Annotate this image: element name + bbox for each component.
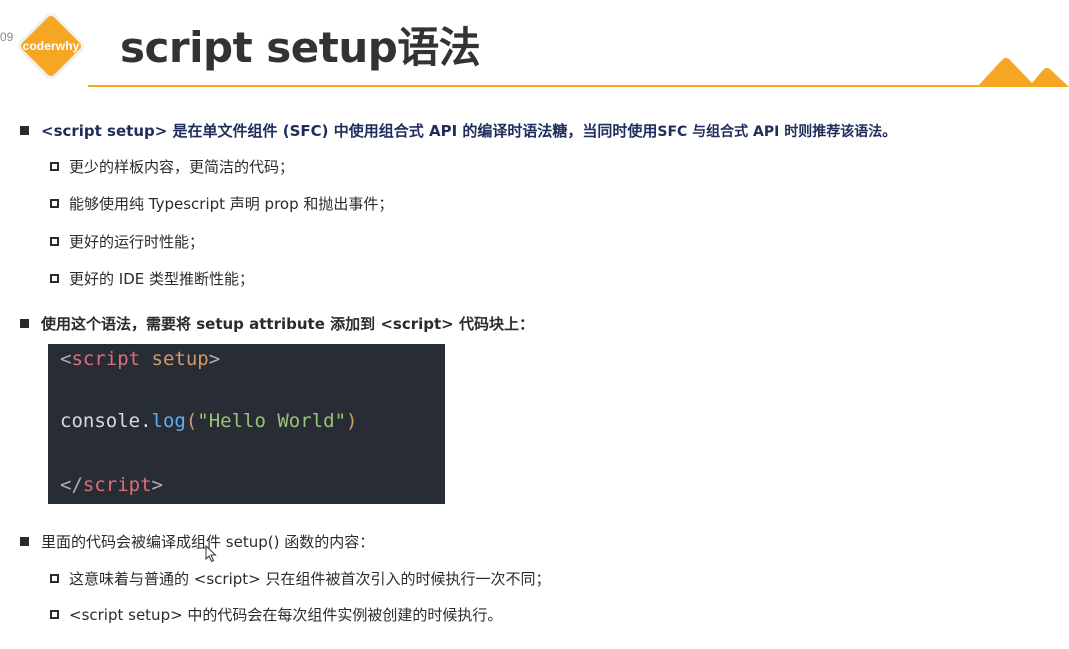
bullet-setup-attribute-text: 使用这个语法，需要将 setup attribute 添加到 <script> …: [41, 315, 534, 333]
logo-text: coderwhy: [22, 39, 80, 53]
sub-bullet-typescript: 能够使用纯 Typescript 声明 prop 和抛出事件；: [50, 193, 393, 214]
sub-bullet-text: <script setup> 中的代码会在每次组件实例被创建的时候执行。: [69, 606, 503, 624]
title-underline: [88, 85, 988, 87]
sub-bullet-runtime-performance: 更好的运行时性能；: [50, 231, 204, 252]
code-block: <script setup> console.log("Hello World"…: [48, 344, 445, 504]
sub-bullet-text: 这意味着与普通的 <script> 只在组件被首次引入的时候执行一次不同；: [69, 570, 551, 588]
bullet-sfc-intro-text-b: SFC 与组合式 API 时则推荐该语法。: [657, 123, 897, 140]
sub-bullet-text: 更好的运行时性能；: [69, 233, 205, 251]
hollow-square-bullet-icon: [50, 237, 59, 246]
bullet-sfc-intro-text-a: <script setup> 是在单文件组件 (SFC) 中使用组合式 API …: [41, 122, 658, 140]
coderwhy-logo: coderwhy: [12, 7, 90, 85]
mountains-decoration-icon: [977, 58, 1069, 87]
mouse-cursor-icon: [205, 545, 217, 563]
sub-bullet-text: 更少的样板内容，更简洁的代码；: [69, 158, 295, 176]
hollow-square-bullet-icon: [50, 610, 59, 619]
bullet-setup-attribute: 使用这个语法，需要将 setup attribute 添加到 <script> …: [20, 313, 534, 334]
hollow-square-bullet-icon: [50, 162, 59, 171]
square-bullet-icon: [20, 319, 29, 328]
sub-bullet-less-boilerplate: 更少的样板内容，更简洁的代码；: [50, 156, 294, 177]
bullet-compiled-setup: 里面的代码会被编译成组件 setup() 函数的内容：: [20, 531, 374, 552]
sub-bullet-normal-script: 这意味着与普通的 <script> 只在组件被首次引入的时候执行一次不同；: [50, 568, 550, 589]
square-bullet-icon: [20, 537, 29, 546]
square-bullet-icon: [20, 126, 29, 135]
bullet-sfc-intro: <script setup> 是在单文件组件 (SFC) 中使用组合式 API …: [20, 120, 896, 141]
hollow-square-bullet-icon: [50, 274, 59, 283]
sub-bullet-ide-inference: 更好的 IDE 类型推断性能；: [50, 268, 254, 289]
code-line-2: console.log("Hello World"): [60, 410, 358, 432]
page-title: script setup语法: [120, 23, 481, 72]
sub-bullet-every-instance: <script setup> 中的代码会在每次组件实例被创建的时候执行。: [50, 604, 502, 625]
code-line-1: <script setup>: [60, 348, 221, 370]
sub-bullet-text: 能够使用纯 Typescript 声明 prop 和抛出事件；: [69, 195, 394, 213]
hollow-square-bullet-icon: [50, 199, 59, 208]
sub-bullet-text: 更好的 IDE 类型推断性能；: [69, 270, 254, 288]
hollow-square-bullet-icon: [50, 574, 59, 583]
code-line-3: </script>: [60, 474, 163, 496]
